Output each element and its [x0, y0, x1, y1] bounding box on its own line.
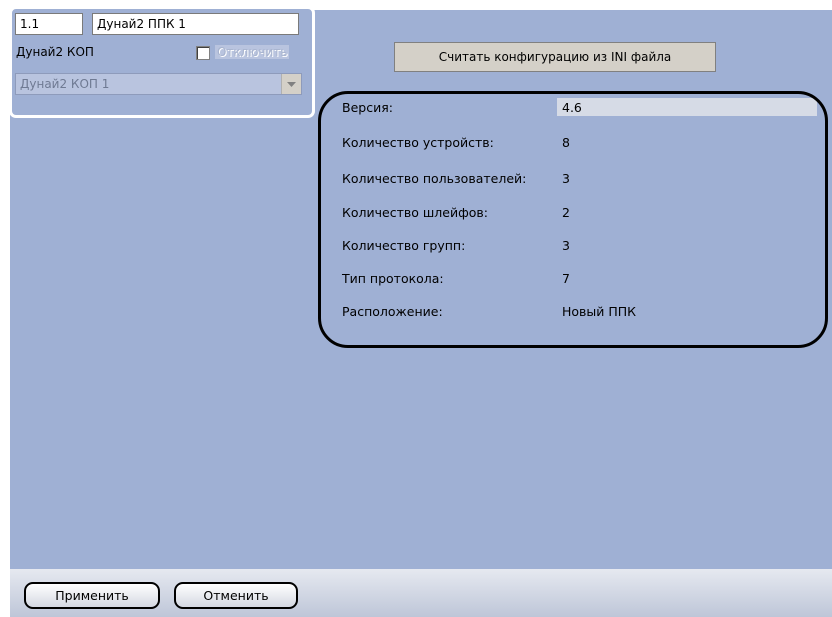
info-value-loops: 2 — [562, 205, 570, 220]
parent-object-select-value: Дунай2 КОП 1 — [20, 77, 110, 91]
disable-checkbox[interactable] — [196, 46, 210, 60]
info-value-users: 3 — [562, 171, 570, 186]
chevron-down-icon[interactable] — [281, 74, 301, 94]
info-label-version: Версия: — [342, 100, 393, 115]
disable-checkbox-label: Отключить — [215, 45, 290, 59]
parent-object-label: Дунай2 КОП — [16, 45, 94, 59]
info-label-devices: Количество устройств: — [342, 135, 494, 150]
info-label-users: Количество пользователей: — [342, 171, 527, 186]
cancel-button[interactable]: Отменить — [174, 582, 298, 609]
info-value-groups: 3 — [562, 238, 570, 253]
info-label-loops: Количество шлейфов: — [342, 205, 489, 220]
object-header-group: 1.1 Дунай2 ППК 1 Дунай2 КОП Отключить Ду… — [9, 6, 315, 118]
object-name-field[interactable]: Дунай2 ППК 1 — [92, 13, 299, 35]
info-value-devices: 8 — [562, 135, 570, 150]
info-label-groups: Количество групп: — [342, 238, 466, 253]
parent-object-select[interactable]: Дунай2 КОП 1 — [15, 73, 302, 95]
info-value-location: Новый ППК — [562, 304, 637, 319]
apply-button[interactable]: Применить — [24, 582, 160, 609]
info-label-protocol: Тип протокола: — [342, 271, 444, 286]
info-value-protocol: 7 — [562, 271, 570, 286]
object-id-field[interactable]: 1.1 — [15, 13, 83, 35]
info-label-location: Расположение: — [342, 304, 443, 319]
read-ini-config-button[interactable]: Считать конфигурацию из INI файла — [394, 42, 716, 72]
info-value-version: 4.6 — [562, 100, 582, 115]
